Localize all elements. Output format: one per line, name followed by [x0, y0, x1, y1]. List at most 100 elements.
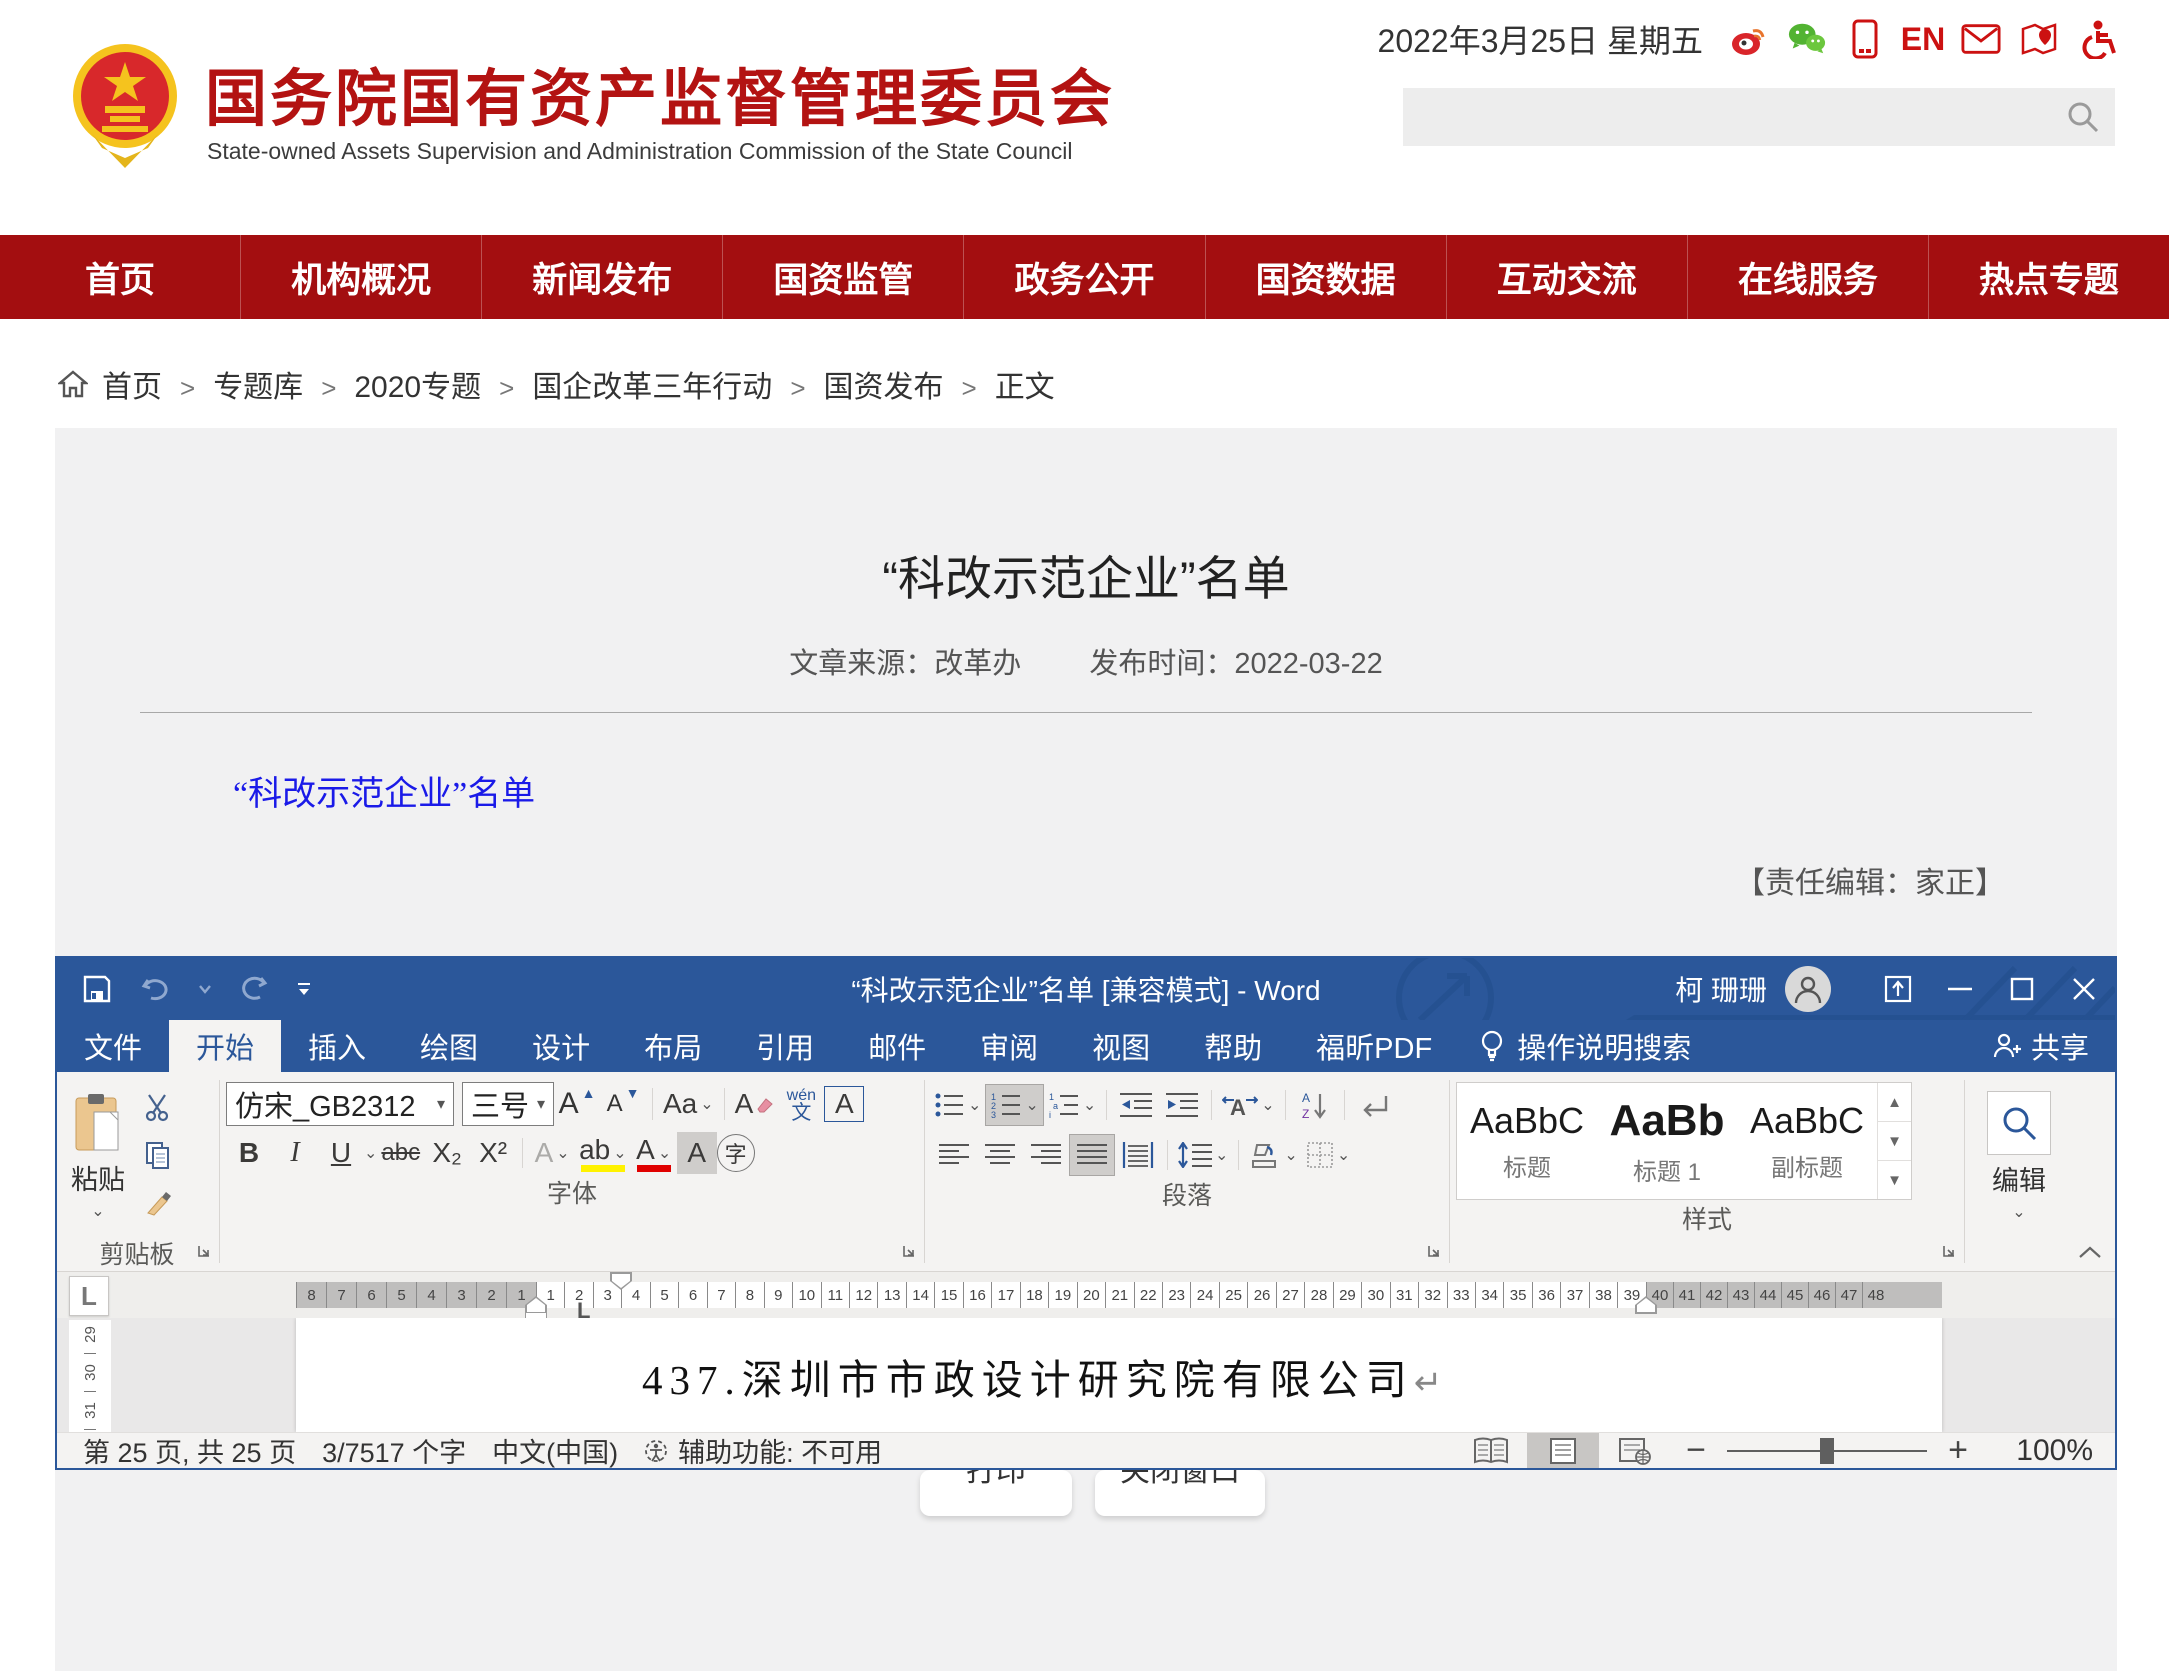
web-layout-icon[interactable] — [1599, 1433, 1671, 1468]
sort-button[interactable]: AZ — [1292, 1084, 1338, 1126]
page-indicator[interactable]: 第 25 页, 共 25 页 — [83, 1431, 296, 1470]
styles-dialog-launcher-icon[interactable] — [1942, 1244, 1956, 1263]
copy-icon[interactable] — [135, 1134, 181, 1176]
zoom-out-button[interactable]: − — [1671, 1431, 1721, 1470]
numbering-button[interactable]: 123 ⌄ — [985, 1084, 1043, 1126]
subscript-button[interactable]: X₂ — [424, 1132, 470, 1174]
style-scroll-up-icon[interactable]: ▲ — [1878, 1083, 1911, 1121]
font-name-combo[interactable]: 仿宋_GB2312▾ — [226, 1082, 454, 1126]
word-count[interactable]: 3/7517 个字 — [322, 1431, 466, 1470]
tab-mailings[interactable]: 邮件 — [841, 1020, 953, 1072]
style-scroll-down-icon[interactable]: ▼ — [1878, 1121, 1911, 1160]
style-card-title[interactable]: AaBbC 标题 — [1457, 1083, 1597, 1199]
nav-item[interactable]: 国资监管 — [723, 235, 964, 319]
tab-file[interactable]: 文件 — [57, 1020, 169, 1072]
tab-view[interactable]: 视图 — [1065, 1020, 1177, 1072]
minimize-button[interactable] — [1929, 958, 1991, 1020]
breadcrumb-link[interactable]: 国企改革三年行动 — [481, 362, 772, 406]
tab-foxit-pdf[interactable]: 福昕PDF — [1289, 1020, 1459, 1072]
paragraph-dialog-launcher-icon[interactable] — [1427, 1244, 1441, 1263]
align-left-button[interactable] — [931, 1134, 977, 1176]
nav-item[interactable]: 在线服务 — [1688, 235, 1929, 319]
enclose-characters-button[interactable]: 字 — [717, 1134, 755, 1172]
tab-design[interactable]: 设计 — [505, 1020, 617, 1072]
character-shading-button[interactable]: A — [677, 1132, 717, 1174]
tab-insert[interactable]: 插入 — [281, 1020, 393, 1072]
font-dialog-launcher-icon[interactable] — [902, 1244, 916, 1263]
nav-item[interactable]: 机构概况 — [241, 235, 482, 319]
zoom-percentage[interactable]: 100% — [1983, 1434, 2093, 1468]
strikethrough-button[interactable]: abc — [377, 1132, 424, 1174]
document-text-line[interactable]: 437.深圳市市政设计研究院有限公司↵ — [642, 1346, 1442, 1406]
justify-button[interactable] — [1069, 1134, 1115, 1176]
vertical-ruler[interactable]: 29 30 31 — [69, 1320, 111, 1432]
nav-item[interactable]: 新闻发布 — [482, 235, 723, 319]
tab-draw[interactable]: 绘图 — [393, 1020, 505, 1072]
align-right-button[interactable] — [1023, 1134, 1069, 1176]
editing-button[interactable]: 编辑 ⌄ — [1971, 1078, 2067, 1235]
bold-button[interactable]: B — [226, 1132, 272, 1174]
zoom-slider-handle[interactable] — [1820, 1438, 1834, 1464]
language-indicator[interactable]: 中文(中国) — [492, 1431, 618, 1470]
close-button[interactable] — [2053, 958, 2115, 1020]
shrink-font-button[interactable]: A▼ — [600, 1083, 646, 1125]
text-effects-button[interactable]: A⌄ — [529, 1132, 575, 1174]
borders-button[interactable]: ⌄ — [1302, 1134, 1354, 1176]
mail-icon[interactable] — [1961, 19, 2001, 59]
tab-home[interactable]: 开始 — [169, 1020, 281, 1072]
read-mode-icon[interactable] — [1455, 1433, 1527, 1468]
ribbon-display-options-icon[interactable] — [1867, 958, 1929, 1020]
bullets-button[interactable]: ⌄ — [931, 1084, 985, 1126]
format-painter-icon[interactable] — [135, 1182, 181, 1224]
align-center-button[interactable] — [977, 1134, 1023, 1176]
nav-item[interactable]: 互动交流 — [1447, 235, 1688, 319]
breadcrumb-link[interactable]: 2020专题 — [303, 362, 481, 406]
show-hide-marks-button[interactable] — [1351, 1084, 1397, 1126]
italic-button[interactable]: I — [272, 1132, 318, 1174]
breadcrumb-link[interactable]: 专题库 — [162, 362, 303, 406]
underline-button[interactable]: U — [318, 1132, 364, 1174]
style-card-heading1[interactable]: AaBb 标题 1 — [1597, 1083, 1737, 1199]
character-border-button[interactable]: A — [824, 1086, 864, 1122]
style-gallery-more-icon[interactable]: ▼ — [1878, 1160, 1911, 1199]
paste-button[interactable]: 粘贴 ⌄ — [61, 1078, 135, 1235]
clear-formatting-button[interactable]: A — [731, 1083, 779, 1125]
avatar[interactable] — [1785, 966, 1831, 1012]
share-button[interactable]: 共享 — [1965, 1020, 2115, 1072]
distribute-button[interactable] — [1115, 1134, 1161, 1176]
shading-button[interactable]: ⌄ — [1245, 1134, 1301, 1176]
tab-help[interactable]: 帮助 — [1177, 1020, 1289, 1072]
tab-layout[interactable]: 布局 — [617, 1020, 729, 1072]
line-spacing-button[interactable]: ⌄ — [1174, 1134, 1232, 1176]
nav-item[interactable]: 热点专题 — [1929, 235, 2169, 319]
search-input[interactable] — [1403, 88, 2051, 146]
increase-indent-button[interactable] — [1159, 1084, 1205, 1126]
print-button[interactable]: 打印 — [920, 1470, 1072, 1516]
signed-in-user[interactable]: 柯 珊珊 — [1675, 969, 1767, 1009]
asian-layout-button[interactable]: A ⌄ — [1218, 1084, 1278, 1126]
location-icon[interactable] — [2019, 19, 2059, 59]
font-size-combo[interactable]: 三号▾ — [462, 1082, 554, 1126]
document-page[interactable]: 437.深圳市市政设计研究院有限公司↵ — [296, 1318, 1942, 1432]
superscript-button[interactable]: X² — [470, 1132, 516, 1174]
multilevel-list-button[interactable]: 1ai ⌄ — [1044, 1084, 1100, 1126]
breadcrumb-link[interactable]: 正文 — [944, 362, 1055, 406]
clipboard-dialog-launcher-icon[interactable] — [197, 1244, 211, 1263]
language-toggle[interactable]: EN — [1903, 19, 1943, 59]
nav-item[interactable]: 政务公开 — [964, 235, 1205, 319]
mobile-icon[interactable] — [1845, 19, 1885, 59]
accessibility-icon[interactable] — [2077, 19, 2117, 59]
accessibility-status[interactable]: 辅助功能: 不可用 — [644, 1431, 882, 1470]
decrease-indent-button[interactable] — [1113, 1084, 1159, 1126]
nav-item[interactable]: 国资数据 — [1206, 235, 1447, 319]
underline-dropdown-icon[interactable]: ⌄ — [364, 1143, 377, 1163]
maximize-button[interactable] — [1991, 958, 2053, 1020]
nav-item[interactable]: 首页 — [0, 235, 241, 319]
attachment-link[interactable]: “科改示范企业”名单 — [233, 766, 535, 815]
search-icon[interactable] — [2051, 88, 2115, 146]
phonetic-guide-button[interactable]: wén 文 — [778, 1083, 824, 1125]
grow-font-button[interactable]: A▲ — [554, 1083, 600, 1125]
zoom-in-button[interactable]: + — [1933, 1431, 1983, 1470]
cut-icon[interactable] — [135, 1086, 181, 1128]
tab-selector[interactable]: L — [69, 1276, 109, 1316]
